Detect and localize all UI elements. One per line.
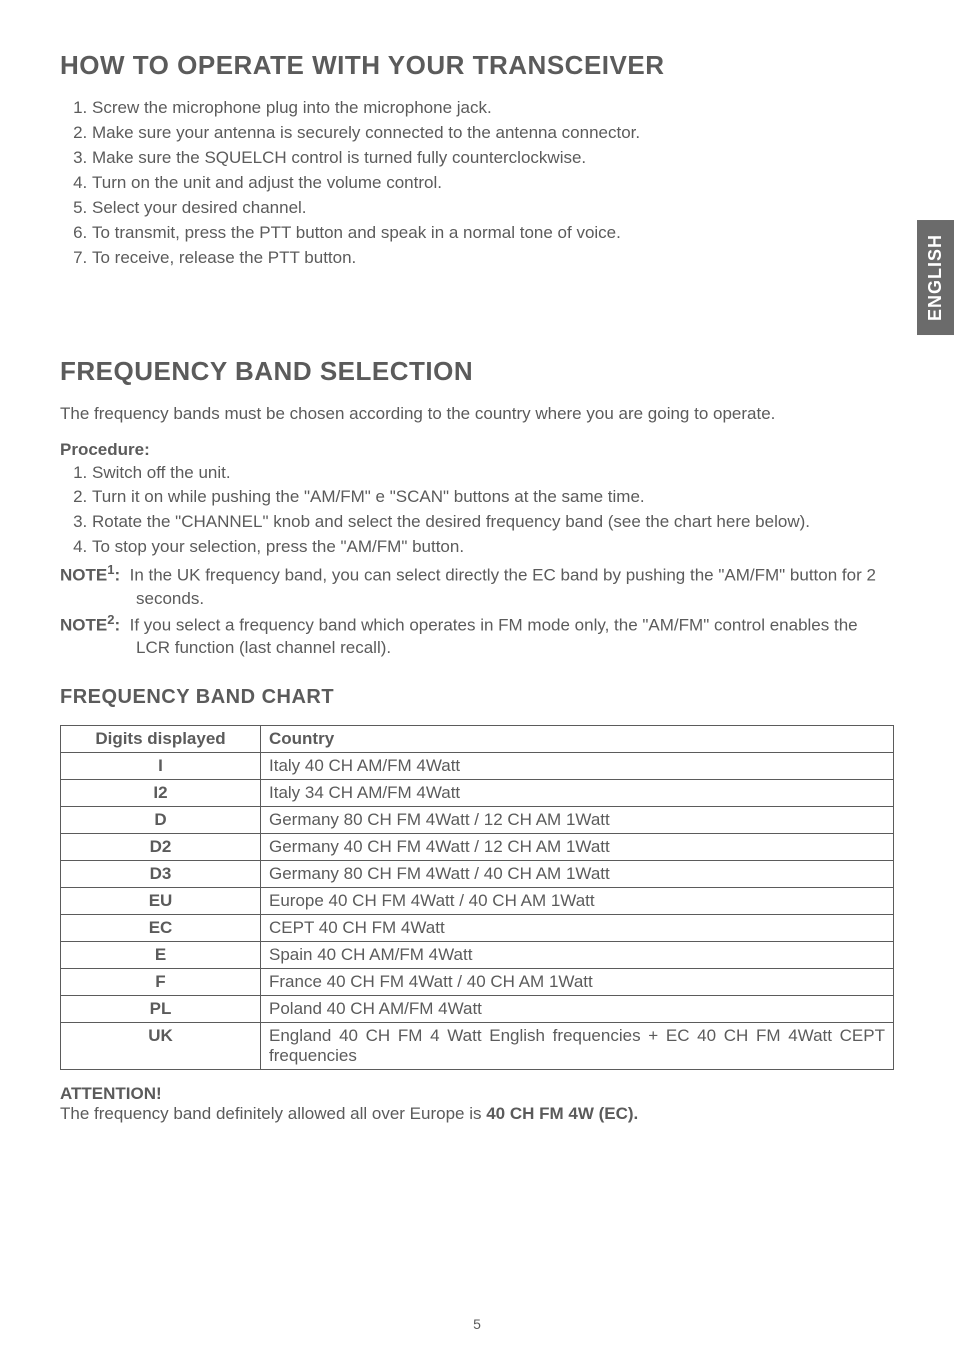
note1-label: NOTE: [60, 566, 107, 585]
table-row: ECCEPT 40 CH FM 4Watt: [61, 915, 894, 942]
cell-country: Germany 80 CH FM 4Watt / 40 CH AM 1Watt: [261, 861, 894, 888]
note2-colon: :: [114, 615, 120, 634]
cell-code: F: [61, 969, 261, 996]
list-item: Turn on the unit and adjust the volume c…: [92, 172, 894, 195]
cell-code: I2: [61, 780, 261, 807]
list-item: To stop your selection, press the "AM/FM…: [92, 536, 894, 559]
page-number: 5: [0, 1316, 954, 1332]
cell-code: D2: [61, 834, 261, 861]
list-item: To transmit, press the PTT button and sp…: [92, 222, 894, 245]
note2-text: If you select a frequency band which ope…: [130, 615, 858, 657]
cell-country: Italy 34 CH AM/FM 4Watt: [261, 780, 894, 807]
cell-country: Spain 40 CH AM/FM 4Watt: [261, 942, 894, 969]
list-item: Make sure your antenna is securely conne…: [92, 122, 894, 145]
cell-code: E: [61, 942, 261, 969]
cell-code: D3: [61, 861, 261, 888]
procedure-label: Procedure:: [60, 440, 894, 460]
cell-code: D: [61, 807, 261, 834]
table-row: UKEngland 40 CH FM 4 Watt English freque…: [61, 1023, 894, 1070]
list-item: Turn it on while pushing the "AM/FM" e "…: [92, 486, 894, 509]
list-item: Select your desired channel.: [92, 197, 894, 220]
cell-code: EC: [61, 915, 261, 942]
cell-country: France 40 CH FM 4Watt / 40 CH AM 1Watt: [261, 969, 894, 996]
table-row: D2Germany 40 CH FM 4Watt / 12 CH AM 1Wat…: [61, 834, 894, 861]
table-row: PLPoland 40 CH AM/FM 4Watt: [61, 996, 894, 1023]
operate-heading: HOW TO OPERATE WITH YOUR TRANSCEIVER: [60, 50, 894, 81]
cell-country: Europe 40 CH FM 4Watt / 40 CH AM 1Watt: [261, 888, 894, 915]
operate-steps: Screw the microphone plug into the micro…: [60, 97, 894, 270]
cell-code: UK: [61, 1023, 261, 1070]
cell-code: I: [61, 753, 261, 780]
cell-country: Italy 40 CH AM/FM 4Watt: [261, 753, 894, 780]
table-row: FFrance 40 CH FM 4Watt / 40 CH AM 1Watt: [61, 969, 894, 996]
list-item: To receive, release the PTT button.: [92, 247, 894, 270]
page-content: HOW TO OPERATE WITH YOUR TRANSCEIVER Scr…: [0, 0, 954, 1154]
table-row: ESpain 40 CH AM/FM 4Watt: [61, 942, 894, 969]
freqsel-intro: The frequency bands must be chosen accor…: [60, 403, 894, 426]
attention-label: ATTENTION!: [60, 1084, 894, 1104]
freqsel-heading: FREQUENCY BAND SELECTION: [60, 356, 894, 387]
header-country: Country: [261, 726, 894, 753]
table-row: D3Germany 80 CH FM 4Watt / 40 CH AM 1Wat…: [61, 861, 894, 888]
attention-bold: 40 CH FM 4W (EC).: [486, 1104, 638, 1123]
header-digits: Digits displayed: [61, 726, 261, 753]
attention-prefix: The frequency band definitely allowed al…: [60, 1104, 486, 1123]
procedure-steps: Switch off the unit. Turn it on while pu…: [60, 462, 894, 560]
cell-country: Germany 40 CH FM 4Watt / 12 CH AM 1Watt: [261, 834, 894, 861]
table-row: DGermany 80 CH FM 4Watt / 12 CH AM 1Watt: [61, 807, 894, 834]
note1-text: In the UK frequency band, you can select…: [130, 566, 876, 608]
cell-code: PL: [61, 996, 261, 1023]
table-row: I2Italy 34 CH AM/FM 4Watt: [61, 780, 894, 807]
cell-code: EU: [61, 888, 261, 915]
table-row: IItaly 40 CH AM/FM 4Watt: [61, 753, 894, 780]
note-2: NOTE2: If you select a frequency band wh…: [60, 611, 894, 661]
list-item: Rotate the "CHANNEL" knob and select the…: [92, 511, 894, 534]
list-item: Switch off the unit.: [92, 462, 894, 485]
note2-label: NOTE: [60, 615, 107, 634]
table-header-row: Digits displayed Country: [61, 726, 894, 753]
chart-heading: FREQUENCY BAND CHART: [60, 686, 894, 709]
note1-colon: :: [114, 566, 120, 585]
list-item: Make sure the SQUELCH control is turned …: [92, 147, 894, 170]
attention-text: The frequency band definitely allowed al…: [60, 1104, 894, 1124]
table-row: EUEurope 40 CH FM 4Watt / 40 CH AM 1Watt: [61, 888, 894, 915]
language-tab: ENGLISH: [917, 220, 954, 335]
cell-country: Poland 40 CH AM/FM 4Watt: [261, 996, 894, 1023]
frequency-band-table: Digits displayed Country IItaly 40 CH AM…: [60, 725, 894, 1070]
list-item: Screw the microphone plug into the micro…: [92, 97, 894, 120]
cell-country: England 40 CH FM 4 Watt English frequenc…: [261, 1023, 894, 1070]
cell-country: CEPT 40 CH FM 4Watt: [261, 915, 894, 942]
note-1: NOTE1: In the UK frequency band, you can…: [60, 561, 894, 611]
cell-country: Germany 80 CH FM 4Watt / 12 CH AM 1Watt: [261, 807, 894, 834]
